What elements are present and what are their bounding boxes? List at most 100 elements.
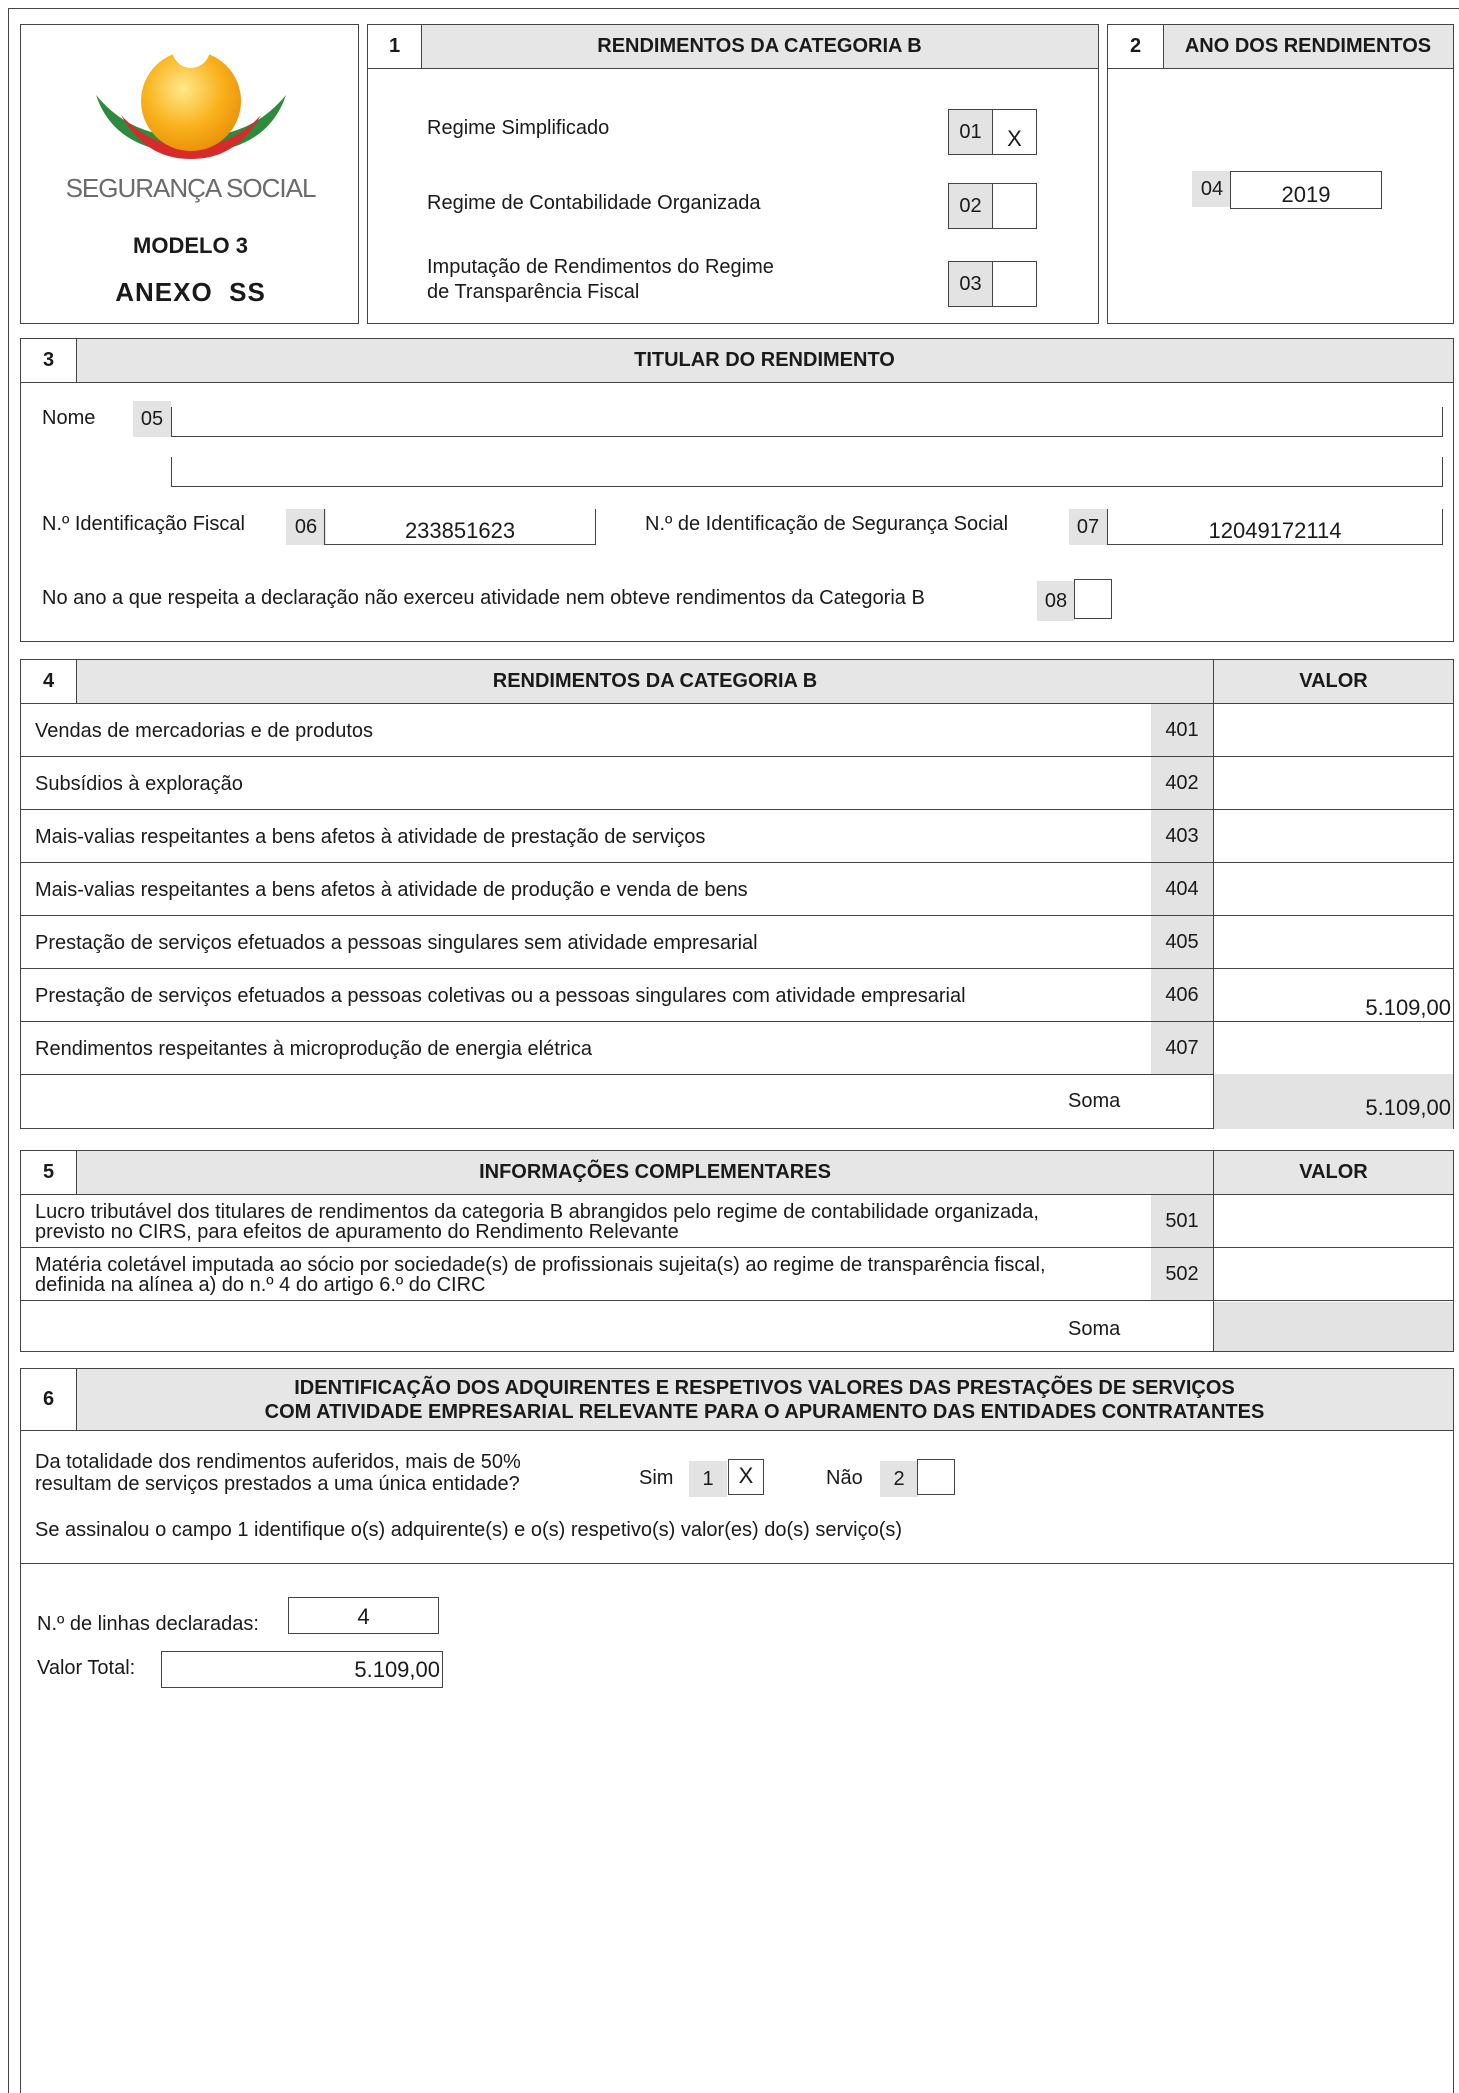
section-4-value-divider [1213, 704, 1214, 1128]
section-4-row-405: Prestação de serviços efetuados a pessoa… [21, 916, 1453, 969]
code-08: 08 [1037, 581, 1075, 621]
total-value-label: Valor Total: [37, 1657, 136, 1679]
section-4-sum-cell: 5.109,00 [1214, 1074, 1453, 1129]
value-field-402[interactable] [1214, 757, 1453, 809]
nif-value: 233851623 [404, 518, 516, 543]
section-4-number: 4 [21, 660, 77, 704]
row-502-label-line2: definida na alínea a) do n.º 4 do artigo… [35, 1274, 486, 1296]
code-01: 01 [948, 109, 993, 155]
section-6-title-line1: IDENTIFICAÇÃO DOS ADQUIRENTES E RESPETIV… [294, 1376, 1235, 1399]
form-page: SEGURANÇA SOCIAL MODELO 3 ANEXO SS RENDI… [0, 0, 1459, 2093]
lines-declared-value: 4 [357, 1604, 370, 1629]
value-field-407[interactable] [1214, 1022, 1453, 1074]
lines-declared-label: N.º de linhas declaradas: [37, 1613, 259, 1635]
row-402-label: Subsídios à exploração [35, 773, 243, 795]
value-field-403[interactable] [1214, 810, 1453, 862]
section-2: ANO DOS RENDIMENTOS 2 04 2019 [1107, 24, 1454, 324]
section-6: IDENTIFICAÇÃO DOS ADQUIRENTES E RESPETIV… [20, 1368, 1454, 2093]
section-6-title-line2: COM ATIVIDADE EMPRESARIAL RELEVANTE PARA… [264, 1400, 1265, 1423]
seguranca-social-logo-icon [96, 30, 286, 159]
niss-value: 12049172114 [1208, 518, 1342, 543]
no-activity-checkbox[interactable] [1074, 579, 1112, 619]
section-4-row-404: Mais-valias respeitantes a bens afetos à… [21, 863, 1453, 916]
row-501-label-line2: previsto no CIRS, para efeitos de apuram… [35, 1221, 679, 1243]
nif-field[interactable]: 233851623 [324, 509, 596, 545]
section-4-row-401: Vendas de mercadorias e de produtos 401 [21, 704, 1453, 757]
section-4-row-403: Mais-valias respeitantes a bens afetos à… [21, 810, 1453, 863]
code-404: 404 [1151, 863, 1213, 915]
code-04: 04 [1192, 171, 1232, 207]
code-405: 405 [1151, 916, 1213, 968]
code-07: 07 [1069, 509, 1107, 545]
code-406: 406 [1151, 969, 1213, 1021]
section-4-sum-label: Soma [1068, 1090, 1121, 1112]
checkbox-03[interactable] [992, 261, 1037, 307]
code-03: 03 [948, 261, 993, 307]
code-02: 02 [948, 183, 993, 229]
code-06: 06 [286, 509, 326, 545]
code-401: 401 [1151, 704, 1213, 756]
logo-box: SEGURANÇA SOCIAL MODELO 3 ANEXO SS [20, 24, 359, 324]
row-404-label: Mais-valias respeitantes a bens afetos à… [35, 879, 748, 901]
section-5-value-header: VALOR [1213, 1151, 1453, 1195]
value-field-502[interactable] [1214, 1248, 1453, 1300]
question-line2: resultam de serviços prestados a uma úni… [35, 1473, 520, 1495]
section-4-value-header: VALOR [1213, 660, 1453, 704]
yes-code: 1 [689, 1461, 727, 1497]
year-field[interactable]: 2019 [1230, 171, 1382, 209]
section-4-row-407: Rendimentos respeitantes à microprodução… [21, 1022, 1453, 1075]
instruction-text: Se assinalou o campo 1 identifique o(s) … [35, 1519, 903, 1541]
no-activity-label: No ano a que respeita a declaração não e… [42, 587, 925, 609]
checkbox-01-mark: X [1007, 126, 1022, 151]
annex-title: ANEXO SS [115, 277, 266, 307]
row-406-label: Prestação de serviços efetuados a pessoa… [35, 985, 966, 1007]
checkbox-01[interactable]: X [992, 109, 1037, 155]
code-502: 502 [1151, 1248, 1213, 1300]
section-3: TITULAR DO RENDIMENTO 3 Nome 05 N.º Iden… [20, 338, 1454, 642]
logo-brand-text: SEGURANÇA SOCIAL [65, 173, 317, 203]
name-field-line2[interactable] [171, 457, 1443, 487]
option-label-transparencia-line1: Imputação de Rendimentos do Regime [427, 256, 774, 278]
nif-label: N.º Identificação Fiscal [42, 513, 245, 535]
yes-checkbox[interactable]: X [728, 1459, 764, 1495]
yes-label: Sim [639, 1467, 674, 1489]
niss-label: N.º de Identificação de Segurança Social [645, 513, 1009, 535]
value-406: 5.109,00 [1365, 995, 1451, 1020]
section-1-title: RENDIMENTOS DA CATEGORIA B [421, 25, 1098, 69]
value-field-401[interactable] [1214, 704, 1453, 756]
lines-declared-field[interactable]: 4 [288, 1597, 439, 1634]
section-5-sum-cell [1214, 1302, 1453, 1351]
section-5-sum-label: Soma [1068, 1318, 1121, 1340]
section-1-number: 1 [368, 25, 422, 69]
name-label: Nome [42, 407, 96, 429]
total-value-field[interactable]: 5.109,00 [161, 1651, 443, 1688]
section-5: INFORMAÇÕES COMPLEMENTARES 5 VALOR Lucro… [20, 1150, 1454, 1352]
row-401-label: Vendas de mercadorias e de produtos [35, 720, 373, 742]
section-4-row-402: Subsídios à exploração 402 [21, 757, 1453, 810]
code-501: 501 [1151, 1195, 1213, 1247]
row-407-label: Rendimentos respeitantes à microprodução… [35, 1038, 592, 1060]
value-field-404[interactable] [1214, 863, 1453, 915]
value-field-405[interactable] [1214, 916, 1453, 968]
year-value: 2019 [1281, 182, 1331, 207]
section-4-sum-value: 5.109,00 [1365, 1095, 1451, 1120]
yes-mark: X [738, 1463, 754, 1488]
value-field-406[interactable]: 5.109,00 [1214, 969, 1453, 1021]
section-6-title: IDENTIFICAÇÃO DOS ADQUIRENTES E RESPETIV… [76, 1369, 1453, 1431]
no-label: Não [826, 1467, 863, 1489]
row-405-label: Prestação de serviços efetuados a pessoa… [35, 932, 758, 954]
section-3-number: 3 [21, 339, 77, 383]
checkbox-02[interactable] [992, 183, 1037, 229]
section-2-title: ANO DOS RENDIMENTOS [1163, 25, 1453, 69]
no-checkbox[interactable] [917, 1459, 955, 1495]
section-5-number: 5 [21, 1151, 77, 1195]
name-field-line1[interactable] [171, 407, 1443, 437]
value-field-501[interactable] [1214, 1195, 1453, 1247]
section-2-number: 2 [1108, 25, 1164, 69]
section-5-title: INFORMAÇÕES COMPLEMENTARES [76, 1151, 1234, 1195]
niss-field[interactable]: 12049172114 [1107, 509, 1443, 545]
option-label-transparencia-line2: de Transparência Fiscal [427, 281, 640, 303]
section-4-row-406: Prestação de serviços efetuados a pessoa… [21, 969, 1453, 1022]
option-label-contabilidade-organizada: Regime de Contabilidade Organizada [427, 192, 761, 214]
code-403: 403 [1151, 810, 1213, 862]
